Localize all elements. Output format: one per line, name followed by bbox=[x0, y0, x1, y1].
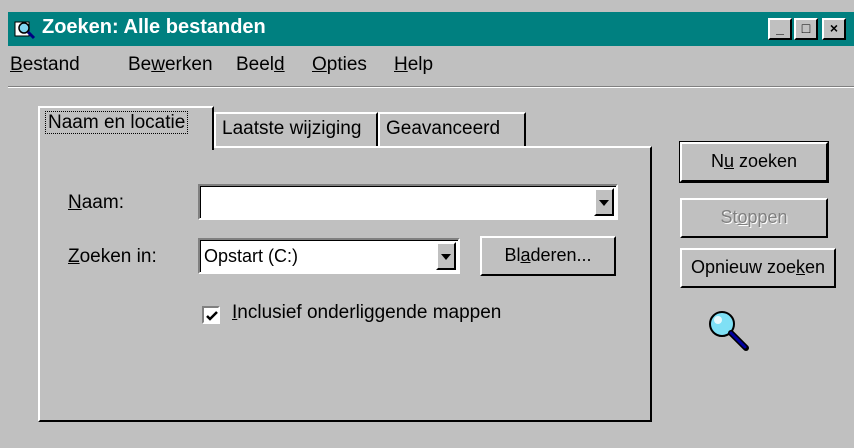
checkmark-icon bbox=[206, 311, 218, 321]
name-dropdown-arrow-icon[interactable] bbox=[594, 188, 614, 216]
find-window: Zoeken: Alle bestanden _ □ × Bestand Bew… bbox=[0, 0, 854, 448]
menu-beeld[interactable]: Beeld bbox=[236, 54, 285, 76]
menu-bestand[interactable]: Bestand bbox=[10, 54, 80, 76]
browse-button[interactable]: Bladeren... bbox=[480, 236, 616, 276]
maximize-icon: □ bbox=[801, 20, 811, 36]
stop-button[interactable]: Stoppen bbox=[680, 198, 828, 238]
menu-separator bbox=[8, 86, 854, 88]
menu-help[interactable]: Help bbox=[394, 54, 433, 76]
minimize-button[interactable]: _ bbox=[768, 18, 792, 40]
menu-opties[interactable]: Opties bbox=[312, 54, 367, 76]
maximize-button[interactable]: □ bbox=[794, 18, 818, 40]
title-bar[interactable]: Zoeken: Alle bestanden _ □ × bbox=[8, 12, 854, 46]
tab-label: Naam en locatie bbox=[44, 111, 189, 134]
tab-naam-en-locatie[interactable]: Naam en locatie bbox=[38, 106, 214, 150]
lookin-label: Zoeken in: bbox=[68, 246, 157, 267]
window-title: Zoeken: Alle bestanden bbox=[42, 16, 266, 38]
name-label: Naam: bbox=[68, 192, 124, 213]
find-app-icon bbox=[14, 21, 36, 40]
minimize-icon: _ bbox=[776, 20, 784, 36]
tab-laatste-wijziging[interactable]: Laatste wijziging bbox=[214, 112, 378, 148]
close-icon: × bbox=[829, 20, 839, 36]
tab-label: Geavanceerd bbox=[386, 118, 501, 139]
find-now-button[interactable]: Nu zoeken bbox=[679, 141, 829, 183]
magnifier-icon bbox=[709, 311, 749, 351]
subfolders-checkbox[interactable] bbox=[202, 306, 220, 324]
menu-bar: Bestand Bewerken Beeld Opties Help bbox=[8, 52, 854, 80]
new-search-button[interactable]: Opnieuw zoeken bbox=[680, 248, 836, 288]
tab-label: Laatste wijziging bbox=[222, 118, 362, 139]
lookin-combobox[interactable]: Opstart (C:) bbox=[198, 238, 460, 274]
name-combobox[interactable] bbox=[198, 184, 618, 220]
menu-bewerken[interactable]: Bewerken bbox=[128, 54, 213, 76]
subfolders-label[interactable]: Inclusief onderliggende mappen bbox=[232, 302, 501, 324]
lookin-value: Opstart (C:) bbox=[204, 246, 299, 266]
close-button[interactable]: × bbox=[822, 18, 846, 40]
tab-geavanceerd[interactable]: Geavanceerd bbox=[378, 112, 526, 148]
tab-panel: Naam: Zoeken in: Opstart (C:) Bladeren..… bbox=[38, 146, 652, 422]
lookin-dropdown-arrow-icon[interactable] bbox=[436, 242, 456, 270]
